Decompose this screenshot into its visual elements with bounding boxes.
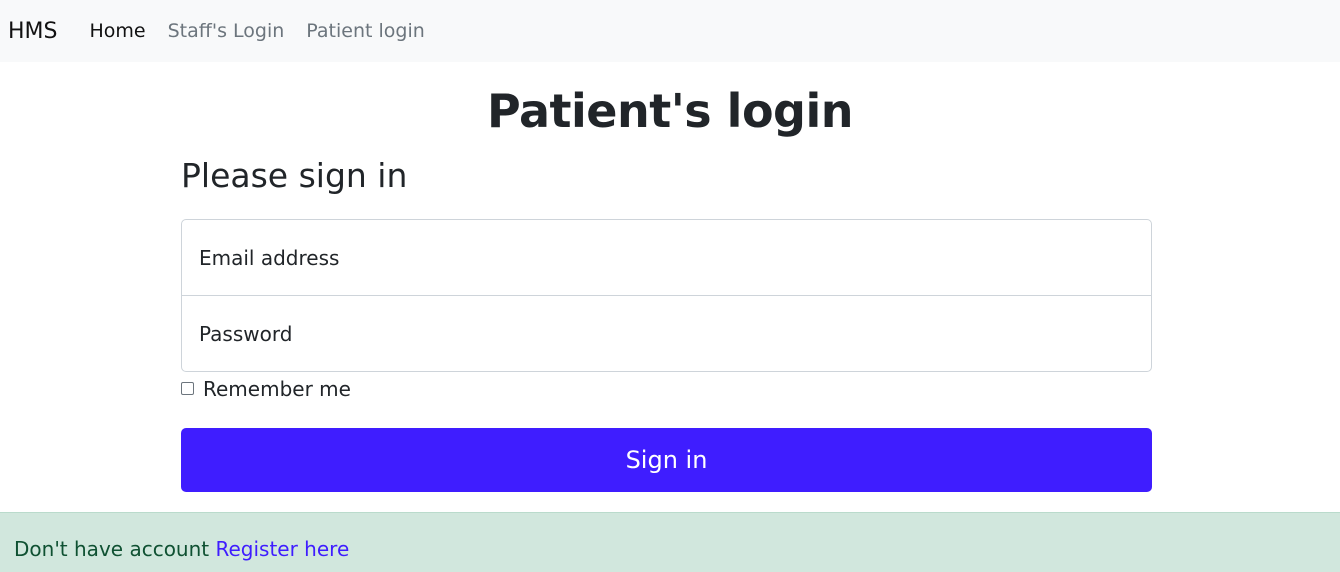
sign-in-button[interactable]: Sign in: [181, 428, 1152, 492]
remember-me-row: Remember me: [181, 376, 1152, 402]
form-subtitle: Please sign in: [181, 156, 408, 195]
email-field[interactable]: Email address: [181, 219, 1152, 296]
remember-me-label[interactable]: Remember me: [203, 377, 351, 401]
login-form: Please sign in Email address Password Re…: [181, 152, 1152, 492]
navbar: HMS Home Staff's Login Patient login: [0, 0, 1340, 62]
email-field-label: Email address: [199, 245, 340, 270]
nav-patient-login-link[interactable]: Patient login: [306, 20, 424, 42]
page-title: Patient's login: [486, 84, 854, 138]
password-field[interactable]: Password: [181, 295, 1152, 372]
password-field-label: Password: [199, 321, 293, 346]
nav-home-link[interactable]: Home: [90, 20, 146, 42]
brand-link[interactable]: HMS: [8, 19, 58, 44]
remember-me-checkbox[interactable]: [181, 381, 194, 395]
register-prompt-text: Don't have account: [14, 537, 216, 561]
register-link[interactable]: Register here: [215, 537, 349, 561]
nav-staff-login-link[interactable]: Staff's Login: [168, 20, 285, 42]
register-alert: Don't have account Register here: [0, 512, 1340, 572]
